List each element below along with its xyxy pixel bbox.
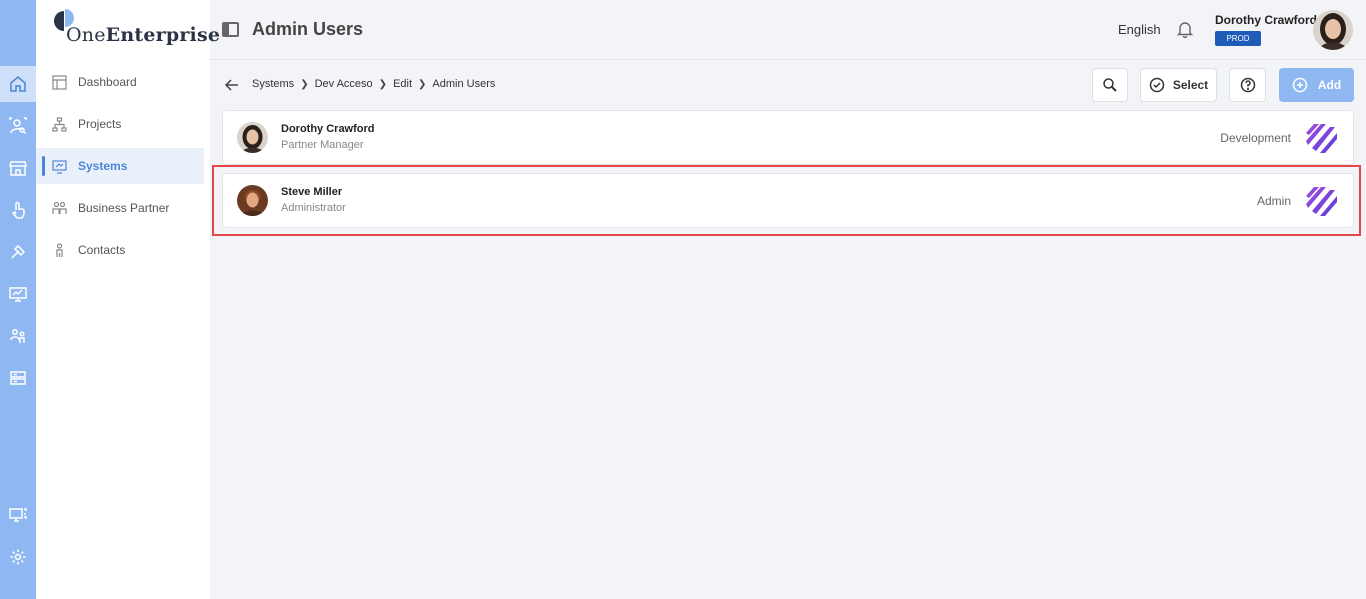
check-circle-icon (1149, 77, 1165, 93)
sidebar: OneEnterprise Dashboard Projects Systems… (36, 0, 220, 599)
sidebar-item-label: Contacts (78, 243, 126, 257)
help-icon (1240, 77, 1255, 93)
search-icon (1103, 78, 1117, 92)
sidebar-nav: Dashboard Projects Systems Business Part… (36, 64, 210, 274)
sidebar-item-label: Business Partner (78, 201, 170, 215)
icon-rail (0, 0, 36, 599)
sidebar-item-systems[interactable]: Systems (36, 148, 204, 184)
touch-icon[interactable] (0, 192, 36, 228)
chevron-right-icon: ❯ (418, 78, 427, 90)
sidebar-item-projects[interactable]: Projects (36, 106, 210, 142)
dashboard-icon (52, 74, 67, 90)
breadcrumb-item-current: Admin Users (432, 78, 496, 90)
breadcrumb-item-systems[interactable]: Systems (252, 78, 294, 90)
back-arrow-icon[interactable] (224, 77, 240, 93)
people-icon[interactable] (0, 318, 36, 354)
contact-icon (56, 242, 63, 257)
user-search-icon[interactable] (0, 108, 36, 144)
select-button[interactable]: Select (1140, 68, 1217, 102)
user-name: Dorothy Crawford (281, 123, 375, 135)
home-icon[interactable] (0, 66, 36, 102)
avatar[interactable] (1313, 10, 1353, 50)
server-icon[interactable] (0, 360, 36, 396)
chevron-right-icon: ❯ (378, 78, 388, 90)
sidebar-item-label: Dashboard (78, 75, 137, 89)
user-role: Development (1220, 131, 1291, 145)
sidebar-item-business-partner[interactable]: Business Partner (36, 190, 210, 226)
hierarchy-icon (52, 116, 67, 132)
search-button[interactable] (1092, 68, 1128, 102)
language-selector[interactable]: English (1118, 22, 1161, 37)
breadcrumb: Systems ❯ Dev Acceso ❯ Edit ❯ Admin User… (252, 78, 495, 90)
selection-highlight (212, 165, 1361, 236)
user-title: Partner Manager (281, 139, 364, 151)
system-logo-icon (1306, 124, 1337, 153)
systems-icon (52, 159, 67, 174)
add-button[interactable]: Add (1279, 68, 1354, 102)
store-icon[interactable] (0, 150, 36, 186)
sidebar-item-dashboard[interactable]: Dashboard (36, 64, 210, 100)
monitor-chart-icon[interactable] (0, 276, 36, 312)
breadcrumb-item-system[interactable]: Dev Acceso (315, 78, 373, 90)
logo-text: OneEnterprise (66, 24, 221, 46)
chevron-right-icon: ❯ (300, 78, 309, 90)
environment-badge: PROD (1215, 31, 1261, 46)
sidebar-item-label: Projects (78, 117, 122, 131)
plus-circle-icon (1292, 77, 1308, 93)
screen-qr-icon[interactable] (0, 497, 36, 533)
page-title: Admin Users (252, 19, 364, 39)
partner-icon (52, 201, 67, 214)
help-button[interactable] (1229, 68, 1266, 102)
top-header: Admin Users English Dorothy Crawford PRO… (210, 0, 1366, 60)
bell-icon[interactable] (1176, 20, 1194, 39)
select-button-label: Select (1172, 78, 1209, 92)
breadcrumb-item-edit[interactable]: Edit (393, 78, 412, 90)
sidebar-item-contacts[interactable]: Contacts (36, 232, 210, 268)
settings-icon[interactable] (0, 539, 36, 575)
sidebar-item-label: Systems (78, 159, 128, 173)
list-item[interactable]: Dorothy Crawford Partner Manager Develop… (222, 110, 1354, 165)
add-button-label: Add (1317, 78, 1342, 92)
user-name[interactable]: Dorothy Crawford (1215, 13, 1317, 27)
panel-toggle-icon[interactable] (222, 22, 239, 37)
tools-icon[interactable] (0, 234, 36, 270)
avatar (237, 122, 268, 153)
